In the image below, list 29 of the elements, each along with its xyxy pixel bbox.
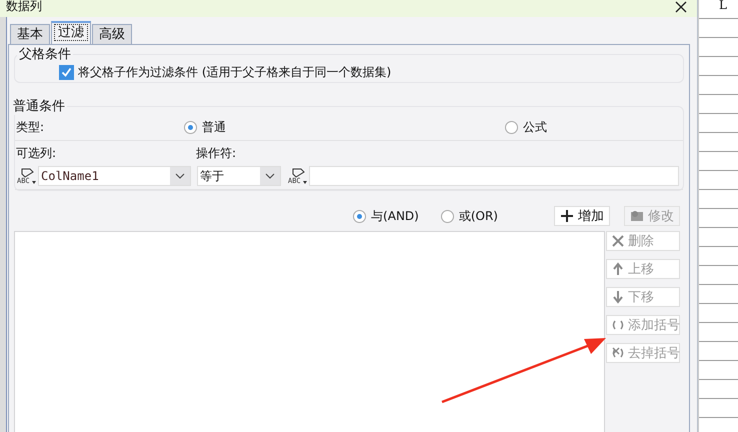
field-label: 可选列: bbox=[16, 144, 58, 162]
up-arrow-icon bbox=[611, 262, 625, 276]
parentheses-icon bbox=[611, 318, 625, 332]
down-arrow-icon bbox=[611, 290, 625, 304]
radio-button[interactable] bbox=[353, 210, 366, 222]
chevron-down-icon bbox=[265, 173, 275, 179]
column-dropdown[interactable]: ColName1 bbox=[38, 166, 191, 186]
close-icon bbox=[675, 0, 687, 12]
window-title: 数据列 bbox=[6, 0, 42, 12]
section-title: 父格条件 bbox=[18, 46, 72, 63]
value-field[interactable] bbox=[309, 166, 679, 186]
radio-button[interactable] bbox=[505, 121, 518, 134]
chevron-down-icon bbox=[175, 173, 185, 179]
add-button[interactable]: 增加 bbox=[554, 206, 610, 226]
section-title: 普通条件 bbox=[12, 98, 66, 115]
radio-button[interactable] bbox=[440, 210, 454, 222]
field-label: 操作符: bbox=[196, 144, 236, 162]
checkbox-label: 将父格子作为过滤条件 (适用于父子格来自于同一个数据集) bbox=[78, 64, 392, 81]
parentheses-cross-icon bbox=[611, 346, 625, 360]
radio-button[interactable] bbox=[184, 121, 197, 134]
close-icon bbox=[611, 234, 625, 248]
field-label: 类型: bbox=[16, 119, 46, 136]
tab[interactable]: 过滤 bbox=[51, 21, 91, 44]
tab[interactable]: 高级 bbox=[92, 24, 132, 44]
tab[interactable]: 基本 bbox=[10, 24, 50, 44]
checkbox[interactable] bbox=[59, 65, 74, 80]
plus-icon bbox=[560, 209, 574, 223]
operator-dropdown[interactable]: 等于 bbox=[197, 166, 281, 186]
column-header: L bbox=[719, 0, 727, 12]
